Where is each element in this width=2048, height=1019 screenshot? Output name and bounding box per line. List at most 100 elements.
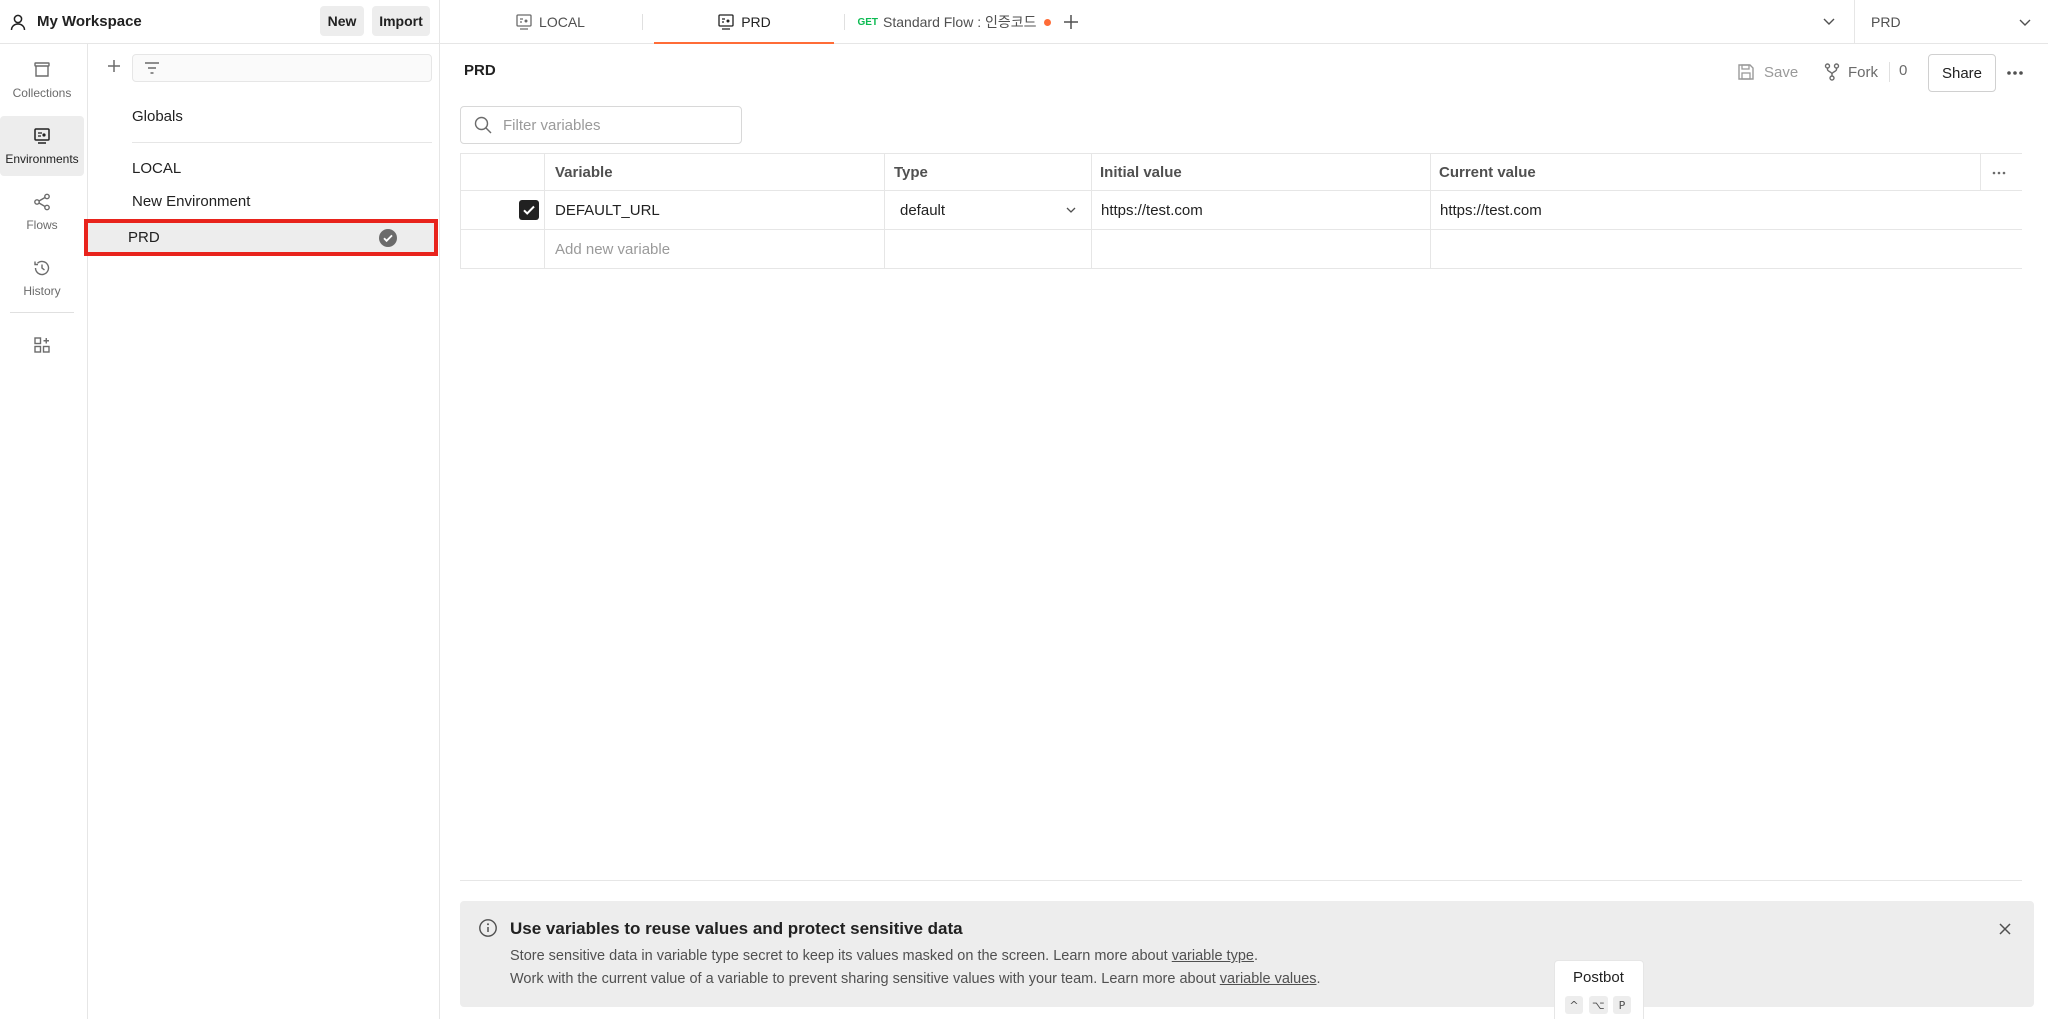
chevron-down-icon[interactable] xyxy=(1820,12,1838,30)
column-header-type: Type xyxy=(894,163,928,181)
column-header-initial-value: Initial value xyxy=(1100,163,1182,181)
environment-divider xyxy=(132,142,432,143)
info-banner: Use variables to reuse values and protec… xyxy=(460,901,2034,1007)
import-button[interactable]: Import xyxy=(372,6,430,36)
search-icon xyxy=(473,115,503,135)
info-banner-title: Use variables to reuse values and protec… xyxy=(510,919,963,938)
sidebar-item-label: Collections xyxy=(12,86,72,100)
save-button[interactable]: Save xyxy=(1736,58,1798,86)
chevron-down-icon[interactable] xyxy=(1064,203,1078,217)
variable-name-cell[interactable]: DEFAULT_URL xyxy=(555,191,660,229)
info-icon xyxy=(478,918,498,938)
new-tab-icon[interactable] xyxy=(1060,11,1082,33)
http-method-badge: GET xyxy=(857,16,879,28)
active-tab-indicator xyxy=(654,42,834,44)
variable-enabled-checkbox[interactable] xyxy=(519,200,539,220)
column-header-current-value: Current value xyxy=(1439,163,1536,181)
save-label: Save xyxy=(1764,63,1799,81)
fork-label: Fork xyxy=(1848,63,1878,81)
filter-icon[interactable] xyxy=(142,58,162,78)
sidebar-item-configure[interactable] xyxy=(0,328,84,368)
history-icon xyxy=(32,258,52,284)
info-banner-text: . xyxy=(1253,948,1258,964)
environment-icon xyxy=(717,13,741,31)
filter-variables-field[interactable] xyxy=(460,106,742,144)
info-banner-text: Work with the current value of a variabl… xyxy=(510,971,1220,987)
environment-item-label: PRD xyxy=(128,229,160,246)
column-header-variable: Variable xyxy=(555,163,613,181)
environment-list-panel: Globals LOCAL New Environment PRD xyxy=(84,44,440,1019)
add-environment-icon[interactable] xyxy=(104,56,124,76)
share-button[interactable]: Share xyxy=(1928,54,1996,92)
workspace-header: My Workspace New Import xyxy=(0,0,440,44)
info-banner-line: Work with the current value of a variabl… xyxy=(510,971,1321,987)
info-banner-line: Store sensitive data in variable type se… xyxy=(510,948,1258,964)
environment-selector-value: PRD xyxy=(1871,14,1901,30)
sidebar-item-environments[interactable]: Environments xyxy=(0,116,84,176)
fork-icon xyxy=(1822,62,1848,82)
environment-icon xyxy=(515,13,539,31)
fork-button[interactable]: Fork xyxy=(1822,58,1878,86)
tab-local[interactable]: LOCAL xyxy=(470,0,630,44)
fork-divider xyxy=(1889,62,1890,82)
environments-icon xyxy=(32,126,52,152)
shortcut-key: ^ xyxy=(1565,996,1583,1014)
tab-prd[interactable]: PRD xyxy=(654,0,834,44)
variable-type-select[interactable]: default xyxy=(900,191,1090,229)
tab-standard-flow[interactable]: GET Standard Flow : 인증코드 xyxy=(854,0,1054,44)
variable-values-link[interactable]: variable values xyxy=(1220,971,1317,987)
sidebar-item-label: Flows xyxy=(26,218,58,232)
table-header-row: Variable Type Initial value Current valu… xyxy=(460,153,2022,191)
user-icon xyxy=(8,12,28,32)
tab-divider xyxy=(844,14,845,30)
postbot-label: Postbot xyxy=(1573,969,1624,986)
collections-icon xyxy=(32,60,52,86)
workspace-title[interactable]: My Workspace xyxy=(37,13,142,30)
add-variable-cell[interactable] xyxy=(555,230,875,268)
initial-value-cell[interactable]: https://test.com xyxy=(1101,191,1203,229)
info-banner-text: Store sensitive data in variable type se… xyxy=(510,948,1172,964)
active-environment-check-icon[interactable] xyxy=(378,228,398,248)
content-divider xyxy=(460,880,2022,881)
shortcut-key: ⌥ xyxy=(1589,996,1608,1014)
close-icon[interactable] xyxy=(1996,920,2014,938)
filter-variables-input[interactable] xyxy=(503,116,723,134)
current-value-cell[interactable]: https://test.com xyxy=(1440,191,1542,229)
tab-label: LOCAL xyxy=(539,14,585,30)
postbot-button[interactable]: Postbot ^ ⌥ P xyxy=(1554,960,1644,1019)
add-variable-input[interactable] xyxy=(555,240,875,258)
flows-icon xyxy=(32,192,52,218)
environment-item-globals[interactable]: Globals xyxy=(132,100,432,132)
variable-type-value: default xyxy=(900,201,946,219)
environment-item-local[interactable]: LOCAL xyxy=(132,152,432,184)
info-banner-text: . xyxy=(1316,971,1321,987)
sidebar-item-history[interactable]: History xyxy=(0,248,84,308)
sidebar-item-label: History xyxy=(23,284,61,298)
environment-item-new-environment[interactable]: New Environment xyxy=(132,185,432,217)
add-widget-icon xyxy=(32,335,52,361)
new-button[interactable]: New xyxy=(320,6,364,36)
table-row-add-new xyxy=(460,230,2022,269)
environment-selector[interactable]: PRD xyxy=(1854,0,2048,44)
tab-label: PRD xyxy=(741,14,771,30)
sidebar-item-collections[interactable]: Collections xyxy=(0,50,84,110)
sidebar-item-label: Environments xyxy=(5,152,79,166)
save-icon xyxy=(1736,62,1764,82)
variable-type-link[interactable]: variable type xyxy=(1172,948,1254,964)
table-row: DEFAULT_URL default https://test.com htt… xyxy=(460,191,2022,230)
more-options-icon[interactable] xyxy=(2004,64,2026,82)
sidebar-item-flows[interactable]: Flows xyxy=(0,182,84,242)
sidebar-divider xyxy=(10,312,74,313)
environment-search-input[interactable] xyxy=(132,54,432,82)
page-title[interactable]: PRD xyxy=(464,62,496,79)
unsaved-dot-icon xyxy=(1043,18,1051,26)
sidebar-rail: Collections Environments Flows History xyxy=(0,44,88,1019)
environment-item-prd[interactable]: PRD xyxy=(84,219,438,256)
column-options-icon[interactable] xyxy=(1991,166,2007,180)
variables-table: Variable Type Initial value Current valu… xyxy=(460,153,2022,270)
tab-bar: LOCAL PRD GET Standard Flow : 인증코드 PRD xyxy=(440,0,2048,44)
fork-count[interactable]: 0 xyxy=(1899,62,1907,79)
tab-label: Standard Flow : 인증코드 xyxy=(883,14,1037,30)
shortcut-key: P xyxy=(1613,996,1631,1014)
tab-divider xyxy=(642,14,643,30)
